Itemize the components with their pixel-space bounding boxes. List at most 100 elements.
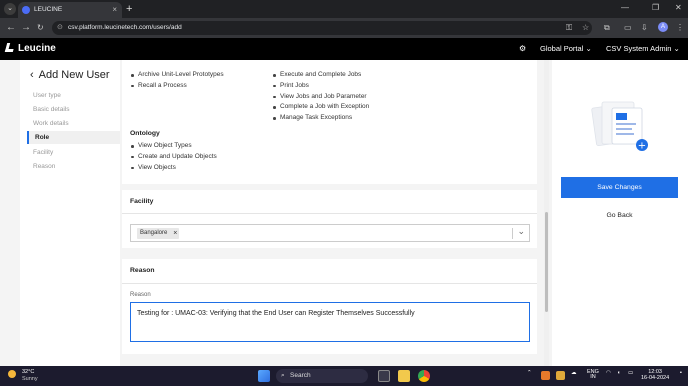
password-key-icon[interactable]: ⚿ (566, 22, 572, 34)
page-title-text: Add New User (38, 69, 110, 81)
forward-arrow-icon[interactable]: → (21, 21, 31, 35)
browser-tab-strip: ⌄ LEUCINE × + — ❐ ✕ (0, 0, 688, 18)
browser-menu-icon[interactable]: ⋮ (676, 22, 684, 34)
tray-app-icon[interactable] (541, 371, 550, 380)
permission-item: Create and Update Objects (130, 152, 217, 163)
chrome-app-icon[interactable] (418, 370, 430, 382)
profile-avatar[interactable]: A (658, 22, 668, 32)
facility-select[interactable]: Bangalore × ⌄ (130, 224, 530, 242)
leucine-logo-icon (4, 43, 16, 52)
add-icon: + (638, 141, 646, 152)
permission-item: Execute and Complete Jobs (272, 70, 369, 81)
tab-search-button[interactable]: ⌄ (4, 3, 16, 15)
go-back-button[interactable]: Go Back (561, 209, 678, 223)
restore-button[interactable]: ❐ (652, 3, 659, 12)
chevron-down-icon: ⌄ (585, 44, 592, 53)
search-label: Search (290, 372, 311, 379)
step-work-details[interactable]: Work details (27, 117, 120, 130)
reason-section-title: Reason (130, 267, 155, 274)
browser-tab-leucine[interactable]: LEUCINE × (18, 2, 122, 18)
permission-item: View Jobs and Job Parameter (272, 92, 369, 103)
divider (122, 283, 537, 284)
tray-app-icon[interactable] (556, 371, 565, 380)
facility-section-title: Facility (130, 198, 154, 205)
tab-title: LEUCINE (34, 6, 63, 13)
minimize-button[interactable]: — (621, 3, 629, 12)
facility-chip: Bangalore × (137, 228, 180, 239)
bookmark-star-icon[interactable]: ☆ (582, 22, 589, 34)
site-info-icon[interactable]: ⊙ (57, 21, 63, 35)
file-explorer-icon[interactable] (398, 370, 410, 382)
step-facility[interactable]: Facility (27, 146, 120, 159)
remove-chip-icon[interactable]: × (173, 228, 177, 239)
permissions-column-1: Archive Unit-Level Prototypes Recall a P… (130, 70, 224, 92)
permission-item: Recall a Process (130, 81, 224, 92)
step-basic-details[interactable]: Basic details (27, 103, 120, 116)
cloud-icon[interactable]: ☁ (571, 370, 577, 376)
clock-date: 16-04-2024 (641, 374, 670, 381)
form-content[interactable]: Archive Unit-Level Prototypes Recall a P… (122, 60, 542, 366)
task-view-icon[interactable] (378, 370, 390, 382)
user-label: CSV System Admin (606, 44, 672, 53)
step-role[interactable]: Role (27, 131, 120, 144)
reason-textarea[interactable]: Testing for : UMAC-03: Verifying that th… (130, 302, 530, 342)
extensions-icon[interactable]: ⧉ (604, 22, 610, 34)
permissions-column-2: Execute and Complete Jobs Print Jobs Vie… (272, 70, 369, 124)
role-permissions-card: Archive Unit-Level Prototypes Recall a P… (122, 60, 537, 184)
back-arrow-icon[interactable]: ← (6, 21, 16, 35)
chip-label: Bangalore (140, 230, 168, 236)
language-indicator[interactable]: ENG IN (587, 369, 599, 380)
permission-item: View Objects (130, 163, 217, 174)
sun-icon (8, 370, 16, 378)
url-text: csv.platform.leucinetech.com/users/add (68, 24, 182, 31)
leucine-logo[interactable]: Leucine (4, 43, 56, 55)
tray-overflow-icon[interactable]: ⌃ (527, 370, 532, 376)
browser-toolbar: ← → ↻ ⊙ csv.platform.leucinetech.com/use… (0, 18, 688, 38)
page-title: ‹ Add New User (30, 68, 110, 82)
leucine-favicon-icon (22, 6, 30, 14)
wifi-icon[interactable]: ◠ (606, 370, 611, 376)
clock[interactable]: 12:03 16-04-2024 (641, 369, 670, 381)
back-chevron-icon[interactable]: ‹ (30, 69, 34, 81)
action-panel: + Save Changes Go Back (552, 60, 688, 366)
notifications-icon[interactable]: ▪ (680, 370, 682, 376)
weather-widget[interactable]: 32°C Sunny (8, 369, 38, 383)
reload-icon[interactable]: ↻ (37, 21, 44, 35)
reason-card: Reason Reason Testing for : UMAC-03: Ver… (122, 259, 537, 354)
new-tab-button[interactable]: + (126, 2, 132, 16)
ontology-group-title: Ontology (130, 130, 160, 137)
address-bar[interactable]: ⊙ csv.platform.leucinetech.com/users/add (52, 21, 592, 35)
divider (122, 213, 537, 214)
side-panel-icon[interactable]: ▭ (624, 22, 632, 34)
windows-start-icon[interactable] (258, 370, 270, 382)
permission-item: Print Jobs (272, 81, 369, 92)
search-icon: ⌕ (281, 372, 285, 379)
battery-icon[interactable]: ▭ (628, 370, 633, 376)
reason-field-label: Reason (130, 292, 151, 298)
close-window-button[interactable]: ✕ (675, 3, 682, 12)
chevron-down-icon[interactable]: ⌄ (517, 226, 525, 237)
select-separator (512, 228, 513, 239)
step-reason[interactable]: Reason (27, 160, 120, 173)
download-icon[interactable]: ⇩ (641, 22, 648, 34)
facility-card: Facility Bangalore × ⌄ (122, 190, 537, 248)
add-user-illustration: + (591, 101, 648, 152)
taskbar-search[interactable]: ⌕ Search (276, 369, 368, 383)
ontology-permissions: View Object Types Create and Update Obje… (130, 141, 217, 173)
lang-region: IN (590, 374, 596, 380)
step-sidebar: ‹ Add New User User type Basic details Wo… (20, 60, 120, 366)
scrollbar-thumb[interactable] (545, 212, 548, 312)
save-changes-button[interactable]: Save Changes (561, 177, 678, 198)
app-header: Leucine ⚙ Global Portal ⌄ CSV System Adm… (0, 38, 688, 60)
speaker-icon[interactable]: ◖ (617, 370, 620, 376)
step-user-type[interactable]: User type (27, 89, 120, 102)
os-taskbar: 32°C Sunny ⌕ Search ⌃ ☁ ENG IN ◠ ◖ ▭ 12:0… (0, 366, 688, 386)
main-area: ‹ Add New User User type Basic details Wo… (0, 60, 688, 366)
permission-item: Archive Unit-Level Prototypes (130, 70, 224, 81)
settings-gear-icon[interactable]: ⚙ (519, 44, 526, 54)
permission-item: Manage Task Exceptions (272, 113, 369, 124)
chevron-down-icon: ⌄ (673, 44, 680, 53)
user-menu[interactable]: CSV System Admin ⌄ (606, 44, 680, 54)
tab-close-icon[interactable]: × (112, 2, 117, 18)
portal-switcher[interactable]: Global Portal ⌄ (540, 44, 592, 54)
